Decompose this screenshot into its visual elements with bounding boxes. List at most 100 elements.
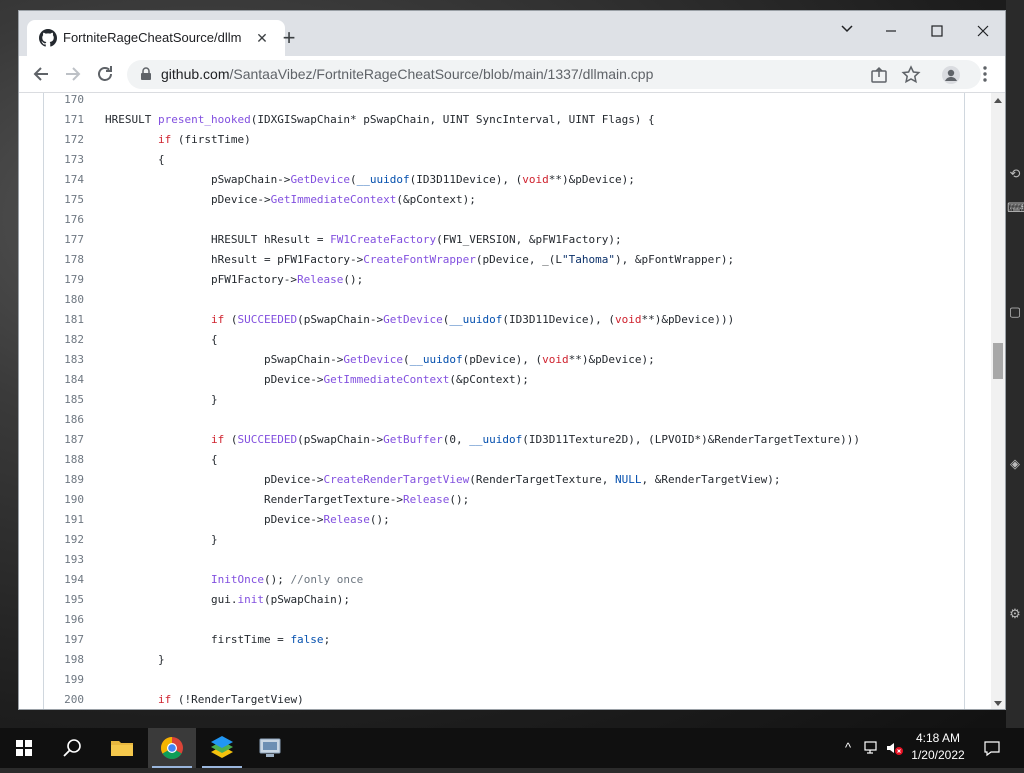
code-line: 173 {	[44, 150, 944, 170]
code-line: 178 hResult = pFW1Factory->CreateFontWra…	[44, 250, 944, 270]
line-number[interactable]: 200	[44, 690, 84, 709]
notifications-icon[interactable]	[982, 738, 1002, 758]
url-text[interactable]: github.com/SantaaVibez/FortniteRageCheat…	[161, 66, 653, 84]
code-line: 195 gui.init(pSwapChain);	[44, 590, 944, 610]
code-line: 177 HRESULT hResult = FW1CreateFactory(F…	[44, 230, 944, 250]
new-tab-button[interactable]: +	[277, 27, 301, 51]
start-button[interactable]	[0, 728, 48, 768]
code-line: 180	[44, 290, 944, 310]
lock-icon[interactable]	[139, 67, 153, 81]
close-window-icon[interactable]	[963, 17, 1003, 47]
code-line: 197 firstTime = false;	[44, 630, 944, 650]
taskbar: ^ 4:18 AM 1/20/2022	[0, 728, 1024, 768]
search-button[interactable]	[48, 728, 96, 768]
maximize-icon[interactable]	[917, 17, 957, 47]
code-line: 188 {	[44, 450, 944, 470]
line-number[interactable]: 182	[44, 330, 84, 350]
address-bar[interactable]: github.com/SantaaVibez/FortniteRageCheat…	[127, 60, 981, 89]
line-number[interactable]: 183	[44, 350, 84, 370]
side-tool-icon[interactable]: ⌨	[1007, 200, 1024, 216]
line-number[interactable]: 191	[44, 510, 84, 530]
line-number[interactable]: 173	[44, 150, 84, 170]
code-text: pDevice->GetImmediateContext(&pContext);	[105, 373, 529, 386]
chrome-taskbar-button[interactable]	[148, 728, 196, 768]
app-taskbar-button[interactable]	[246, 728, 294, 768]
line-number[interactable]: 195	[44, 590, 84, 610]
layers-icon[interactable]: ◈	[1007, 456, 1023, 472]
line-number[interactable]: 181	[44, 310, 84, 330]
line-number[interactable]: 184	[44, 370, 84, 390]
line-number[interactable]: 193	[44, 550, 84, 570]
line-number[interactable]: 192	[44, 530, 84, 550]
url-domain: github.com	[161, 66, 230, 82]
gear-icon[interactable]: ⚙	[1007, 606, 1023, 622]
line-number[interactable]: 185	[44, 390, 84, 410]
menu-dots-icon[interactable]	[975, 64, 995, 84]
forward-icon[interactable]	[61, 62, 85, 86]
history-icon[interactable]: ⟲	[1007, 166, 1023, 182]
clock-time: 4:18 AM	[915, 731, 961, 745]
code-line: 179 pFW1Factory->Release();	[44, 270, 944, 290]
line-number[interactable]: 170	[44, 93, 84, 110]
code-line: 187 if (SUCCEEDED(pSwapChain->GetBuffer(…	[44, 430, 944, 450]
back-icon[interactable]	[29, 62, 53, 86]
side-tool-icon-2[interactable]: ▢	[1007, 304, 1023, 320]
bluestacks-taskbar-button[interactable]	[198, 728, 246, 768]
scroll-up-arrow[interactable]	[994, 98, 1002, 103]
line-number[interactable]: 180	[44, 290, 84, 310]
code-text: HRESULT hResult = FW1CreateFactory(FW1_V…	[105, 233, 622, 246]
file-explorer-button[interactable]	[98, 728, 146, 768]
scrollbar-thumb[interactable]	[993, 343, 1003, 379]
line-number[interactable]: 172	[44, 130, 84, 150]
profile-avatar-icon[interactable]	[941, 65, 961, 85]
scroll-down-arrow[interactable]	[994, 701, 1002, 706]
code-line: 185 }	[44, 390, 944, 410]
line-number[interactable]: 190	[44, 490, 84, 510]
line-number[interactable]: 178	[44, 250, 84, 270]
bookmark-star-icon[interactable]	[901, 65, 921, 85]
volume-muted-icon[interactable]	[884, 738, 904, 758]
line-number[interactable]: 175	[44, 190, 84, 210]
line-number[interactable]: 186	[44, 410, 84, 430]
reload-icon[interactable]	[93, 62, 117, 86]
line-number[interactable]: 176	[44, 210, 84, 230]
line-number[interactable]: 174	[44, 170, 84, 190]
code-text: hResult = pFW1Factory->CreateFontWrapper…	[105, 253, 735, 266]
code-line: 175 pDevice->GetImmediateContext(&pConte…	[44, 190, 944, 210]
line-number[interactable]: 177	[44, 230, 84, 250]
code-line: 198 }	[44, 650, 944, 670]
line-number[interactable]: 179	[44, 270, 84, 290]
windows-logo-icon	[16, 740, 32, 756]
close-tab-icon[interactable]: ✕	[252, 28, 272, 48]
vertical-scrollbar[interactable]	[991, 93, 1005, 709]
code-line: 170	[44, 93, 944, 110]
line-number[interactable]: 194	[44, 570, 84, 590]
line-number[interactable]: 198	[44, 650, 84, 670]
code-text: pDevice->Release();	[105, 513, 390, 526]
clock-date: 1/20/2022	[911, 748, 965, 762]
tab-search-icon[interactable]	[827, 17, 867, 47]
code-line: 171 HRESULT present_hooked(IDXGISwapChain…	[44, 110, 944, 130]
code-line: 200 if (!RenderTargetView)	[44, 690, 944, 709]
line-number[interactable]: 197	[44, 630, 84, 650]
code-line: 196	[44, 610, 944, 630]
show-hidden-icons-chevron-up-icon[interactable]: ^	[838, 738, 858, 758]
line-number[interactable]: 188	[44, 450, 84, 470]
code-text: {	[105, 453, 218, 466]
code-line: 192 }	[44, 530, 944, 550]
browser-tab[interactable]: FortniteRageCheatSource/dllmain. ✕	[27, 20, 285, 56]
line-number[interactable]: 199	[44, 670, 84, 690]
code-text: RenderTargetTexture->Release();	[105, 493, 470, 506]
code-text: if (!RenderTargetView)	[157, 693, 304, 706]
network-icon[interactable]	[862, 738, 882, 758]
code-line: 199	[44, 670, 944, 690]
line-number[interactable]: 196	[44, 610, 84, 630]
minimize-icon[interactable]	[871, 17, 911, 47]
code-line: 182 {	[44, 330, 944, 350]
code-text: InitOnce(); //only once	[210, 573, 364, 586]
share-icon[interactable]	[869, 65, 889, 85]
clock[interactable]: 4:18 AM 1/20/2022	[902, 730, 974, 766]
line-number[interactable]: 171	[44, 110, 84, 130]
line-number[interactable]: 189	[44, 470, 84, 490]
line-number[interactable]: 187	[44, 430, 84, 450]
